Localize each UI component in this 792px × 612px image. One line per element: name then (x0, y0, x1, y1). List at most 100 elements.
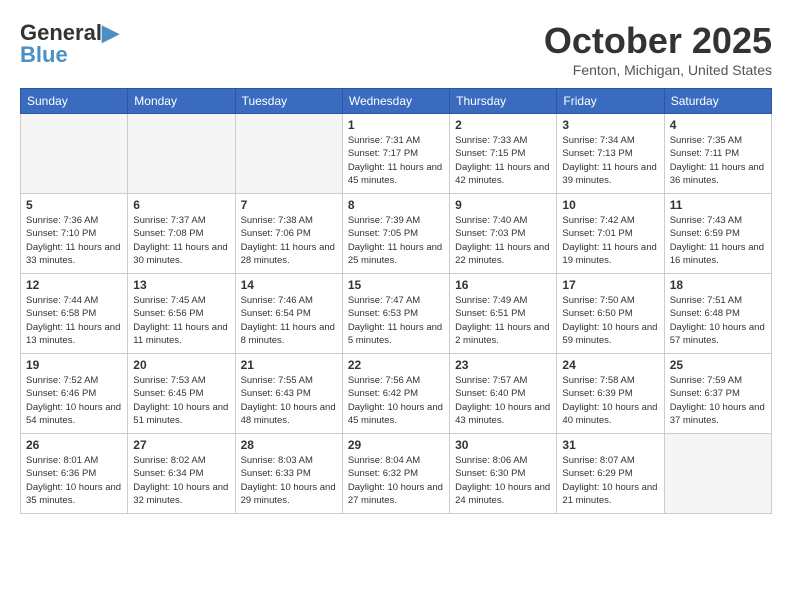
day-number: 6 (133, 198, 229, 212)
day-info: Sunrise: 7:55 AM Sunset: 6:43 PM Dayligh… (241, 374, 337, 427)
day-number: 31 (562, 438, 658, 452)
day-number: 9 (455, 198, 551, 212)
day-number: 23 (455, 358, 551, 372)
calendar-cell: 27 Sunrise: 8:02 AM Sunset: 6:34 PM Dayli… (128, 434, 235, 514)
calendar-table: SundayMondayTuesdayWednesdayThursdayFrid… (20, 88, 772, 514)
calendar-cell: 1Sunrise: 7:31 AM Sunset: 7:17 PM Daylig… (342, 114, 449, 194)
day-number: 1 (348, 118, 444, 132)
calendar-cell: 17 Sunrise: 7:50 AM Sunset: 6:50 PM Dayli… (557, 274, 664, 354)
day-info: Sunrise: 7:47 AM Sunset: 6:53 PM Dayligh… (348, 294, 444, 347)
day-number: 14 (241, 278, 337, 292)
day-info: Sunrise: 7:34 AM Sunset: 7:13 PM Dayligh… (562, 134, 658, 187)
calendar-cell: 5Sunrise: 7:36 AM Sunset: 7:10 PM Daylig… (21, 194, 128, 274)
day-number: 7 (241, 198, 337, 212)
title-block: October 2025 Fenton, Michigan, United St… (544, 20, 772, 78)
day-number: 8 (348, 198, 444, 212)
calendar-cell: 25 Sunrise: 7:59 AM Sunset: 6:37 PM Dayli… (664, 354, 771, 434)
calendar-cell: 3 Sunrise: 7:34 AM Sunset: 7:13 PM Daylig… (557, 114, 664, 194)
weekday-header-wednesday: Wednesday (342, 89, 449, 114)
day-info: Sunrise: 8:04 AM Sunset: 6:32 PM Dayligh… (348, 454, 444, 507)
day-info: Sunrise: 7:57 AM Sunset: 6:40 PM Dayligh… (455, 374, 551, 427)
weekday-header-saturday: Saturday (664, 89, 771, 114)
weekday-header-tuesday: Tuesday (235, 89, 342, 114)
day-info: Sunrise: 8:06 AM Sunset: 6:30 PM Dayligh… (455, 454, 551, 507)
day-info: Sunrise: 7:50 AM Sunset: 6:50 PM Dayligh… (562, 294, 658, 347)
weekday-header-row: SundayMondayTuesdayWednesdayThursdayFrid… (21, 89, 772, 114)
weekday-header-monday: Monday (128, 89, 235, 114)
calendar-cell: 2 Sunrise: 7:33 AM Sunset: 7:15 PM Daylig… (450, 114, 557, 194)
day-number: 12 (26, 278, 122, 292)
calendar-week-row: 1Sunrise: 7:31 AM Sunset: 7:17 PM Daylig… (21, 114, 772, 194)
logo-icon-shape: ▶ (102, 20, 119, 45)
calendar-cell: 13Sunrise: 7:45 AM Sunset: 6:56 PM Dayli… (128, 274, 235, 354)
day-info: Sunrise: 8:07 AM Sunset: 6:29 PM Dayligh… (562, 454, 658, 507)
day-info: Sunrise: 7:42 AM Sunset: 7:01 PM Dayligh… (562, 214, 658, 267)
calendar-cell: 4Sunrise: 7:35 AM Sunset: 7:11 PM Daylig… (664, 114, 771, 194)
calendar-cell: 14Sunrise: 7:46 AM Sunset: 6:54 PM Dayli… (235, 274, 342, 354)
calendar-cell: 8 Sunrise: 7:39 AM Sunset: 7:05 PM Daylig… (342, 194, 449, 274)
day-info: Sunrise: 7:59 AM Sunset: 6:37 PM Dayligh… (670, 374, 766, 427)
weekday-header-thursday: Thursday (450, 89, 557, 114)
day-number: 13 (133, 278, 229, 292)
day-info: Sunrise: 7:40 AM Sunset: 7:03 PM Dayligh… (455, 214, 551, 267)
day-info: Sunrise: 7:39 AM Sunset: 7:05 PM Dayligh… (348, 214, 444, 267)
calendar-cell: 24 Sunrise: 7:58 AM Sunset: 6:39 PM Dayli… (557, 354, 664, 434)
day-info: Sunrise: 7:56 AM Sunset: 6:42 PM Dayligh… (348, 374, 444, 427)
calendar-cell: 16Sunrise: 7:49 AM Sunset: 6:51 PM Dayli… (450, 274, 557, 354)
calendar-cell: 30 Sunrise: 8:06 AM Sunset: 6:30 PM Dayli… (450, 434, 557, 514)
calendar-cell: 28 Sunrise: 8:03 AM Sunset: 6:33 PM Dayli… (235, 434, 342, 514)
day-info: Sunrise: 8:01 AM Sunset: 6:36 PM Dayligh… (26, 454, 122, 507)
month-title: October 2025 (544, 20, 772, 62)
calendar-week-row: 26 Sunrise: 8:01 AM Sunset: 6:36 PM Dayli… (21, 434, 772, 514)
calendar-cell: 22 Sunrise: 7:56 AM Sunset: 6:42 PM Dayli… (342, 354, 449, 434)
calendar-cell (235, 114, 342, 194)
day-info: Sunrise: 7:33 AM Sunset: 7:15 PM Dayligh… (455, 134, 551, 187)
calendar-cell: 10 Sunrise: 7:42 AM Sunset: 7:01 PM Dayli… (557, 194, 664, 274)
calendar-week-row: 19Sunrise: 7:52 AM Sunset: 6:46 PM Dayli… (21, 354, 772, 434)
day-info: Sunrise: 7:53 AM Sunset: 6:45 PM Dayligh… (133, 374, 229, 427)
day-number: 3 (562, 118, 658, 132)
day-info: Sunrise: 7:51 AM Sunset: 6:48 PM Dayligh… (670, 294, 766, 347)
calendar-cell (128, 114, 235, 194)
calendar-cell (664, 434, 771, 514)
calendar-cell: 23 Sunrise: 7:57 AM Sunset: 6:40 PM Dayli… (450, 354, 557, 434)
day-number: 24 (562, 358, 658, 372)
calendar-week-row: 12 Sunrise: 7:44 AM Sunset: 6:58 PM Dayli… (21, 274, 772, 354)
calendar-cell: 6 Sunrise: 7:37 AM Sunset: 7:08 PM Daylig… (128, 194, 235, 274)
day-number: 22 (348, 358, 444, 372)
day-number: 20 (133, 358, 229, 372)
page-header: General▶ Blue October 2025 Fenton, Michi… (20, 20, 772, 78)
calendar-cell: 26 Sunrise: 8:01 AM Sunset: 6:36 PM Dayli… (21, 434, 128, 514)
day-info: Sunrise: 7:44 AM Sunset: 6:58 PM Dayligh… (26, 294, 122, 347)
calendar-cell: 19Sunrise: 7:52 AM Sunset: 6:46 PM Dayli… (21, 354, 128, 434)
day-number: 15 (348, 278, 444, 292)
day-number: 19 (26, 358, 122, 372)
calendar-week-row: 5Sunrise: 7:36 AM Sunset: 7:10 PM Daylig… (21, 194, 772, 274)
day-info: Sunrise: 8:03 AM Sunset: 6:33 PM Dayligh… (241, 454, 337, 507)
day-number: 21 (241, 358, 337, 372)
calendar-cell: 9 Sunrise: 7:40 AM Sunset: 7:03 PM Daylig… (450, 194, 557, 274)
day-info: Sunrise: 8:02 AM Sunset: 6:34 PM Dayligh… (133, 454, 229, 507)
day-info: Sunrise: 7:49 AM Sunset: 6:51 PM Dayligh… (455, 294, 551, 347)
day-info: Sunrise: 7:43 AM Sunset: 6:59 PM Dayligh… (670, 214, 766, 267)
calendar-cell: 21 Sunrise: 7:55 AM Sunset: 6:43 PM Dayli… (235, 354, 342, 434)
day-number: 5 (26, 198, 122, 212)
day-number: 17 (562, 278, 658, 292)
day-info: Sunrise: 7:58 AM Sunset: 6:39 PM Dayligh… (562, 374, 658, 427)
day-info: Sunrise: 7:37 AM Sunset: 7:08 PM Dayligh… (133, 214, 229, 267)
calendar-cell: 11 Sunrise: 7:43 AM Sunset: 6:59 PM Dayli… (664, 194, 771, 274)
day-info: Sunrise: 7:38 AM Sunset: 7:06 PM Dayligh… (241, 214, 337, 267)
day-number: 28 (241, 438, 337, 452)
day-number: 4 (670, 118, 766, 132)
day-number: 27 (133, 438, 229, 452)
day-number: 25 (670, 358, 766, 372)
day-number: 10 (562, 198, 658, 212)
weekday-header-friday: Friday (557, 89, 664, 114)
calendar-cell: 12 Sunrise: 7:44 AM Sunset: 6:58 PM Dayli… (21, 274, 128, 354)
day-number: 2 (455, 118, 551, 132)
weekday-header-sunday: Sunday (21, 89, 128, 114)
day-number: 26 (26, 438, 122, 452)
day-number: 30 (455, 438, 551, 452)
calendar-cell (21, 114, 128, 194)
day-number: 11 (670, 198, 766, 212)
